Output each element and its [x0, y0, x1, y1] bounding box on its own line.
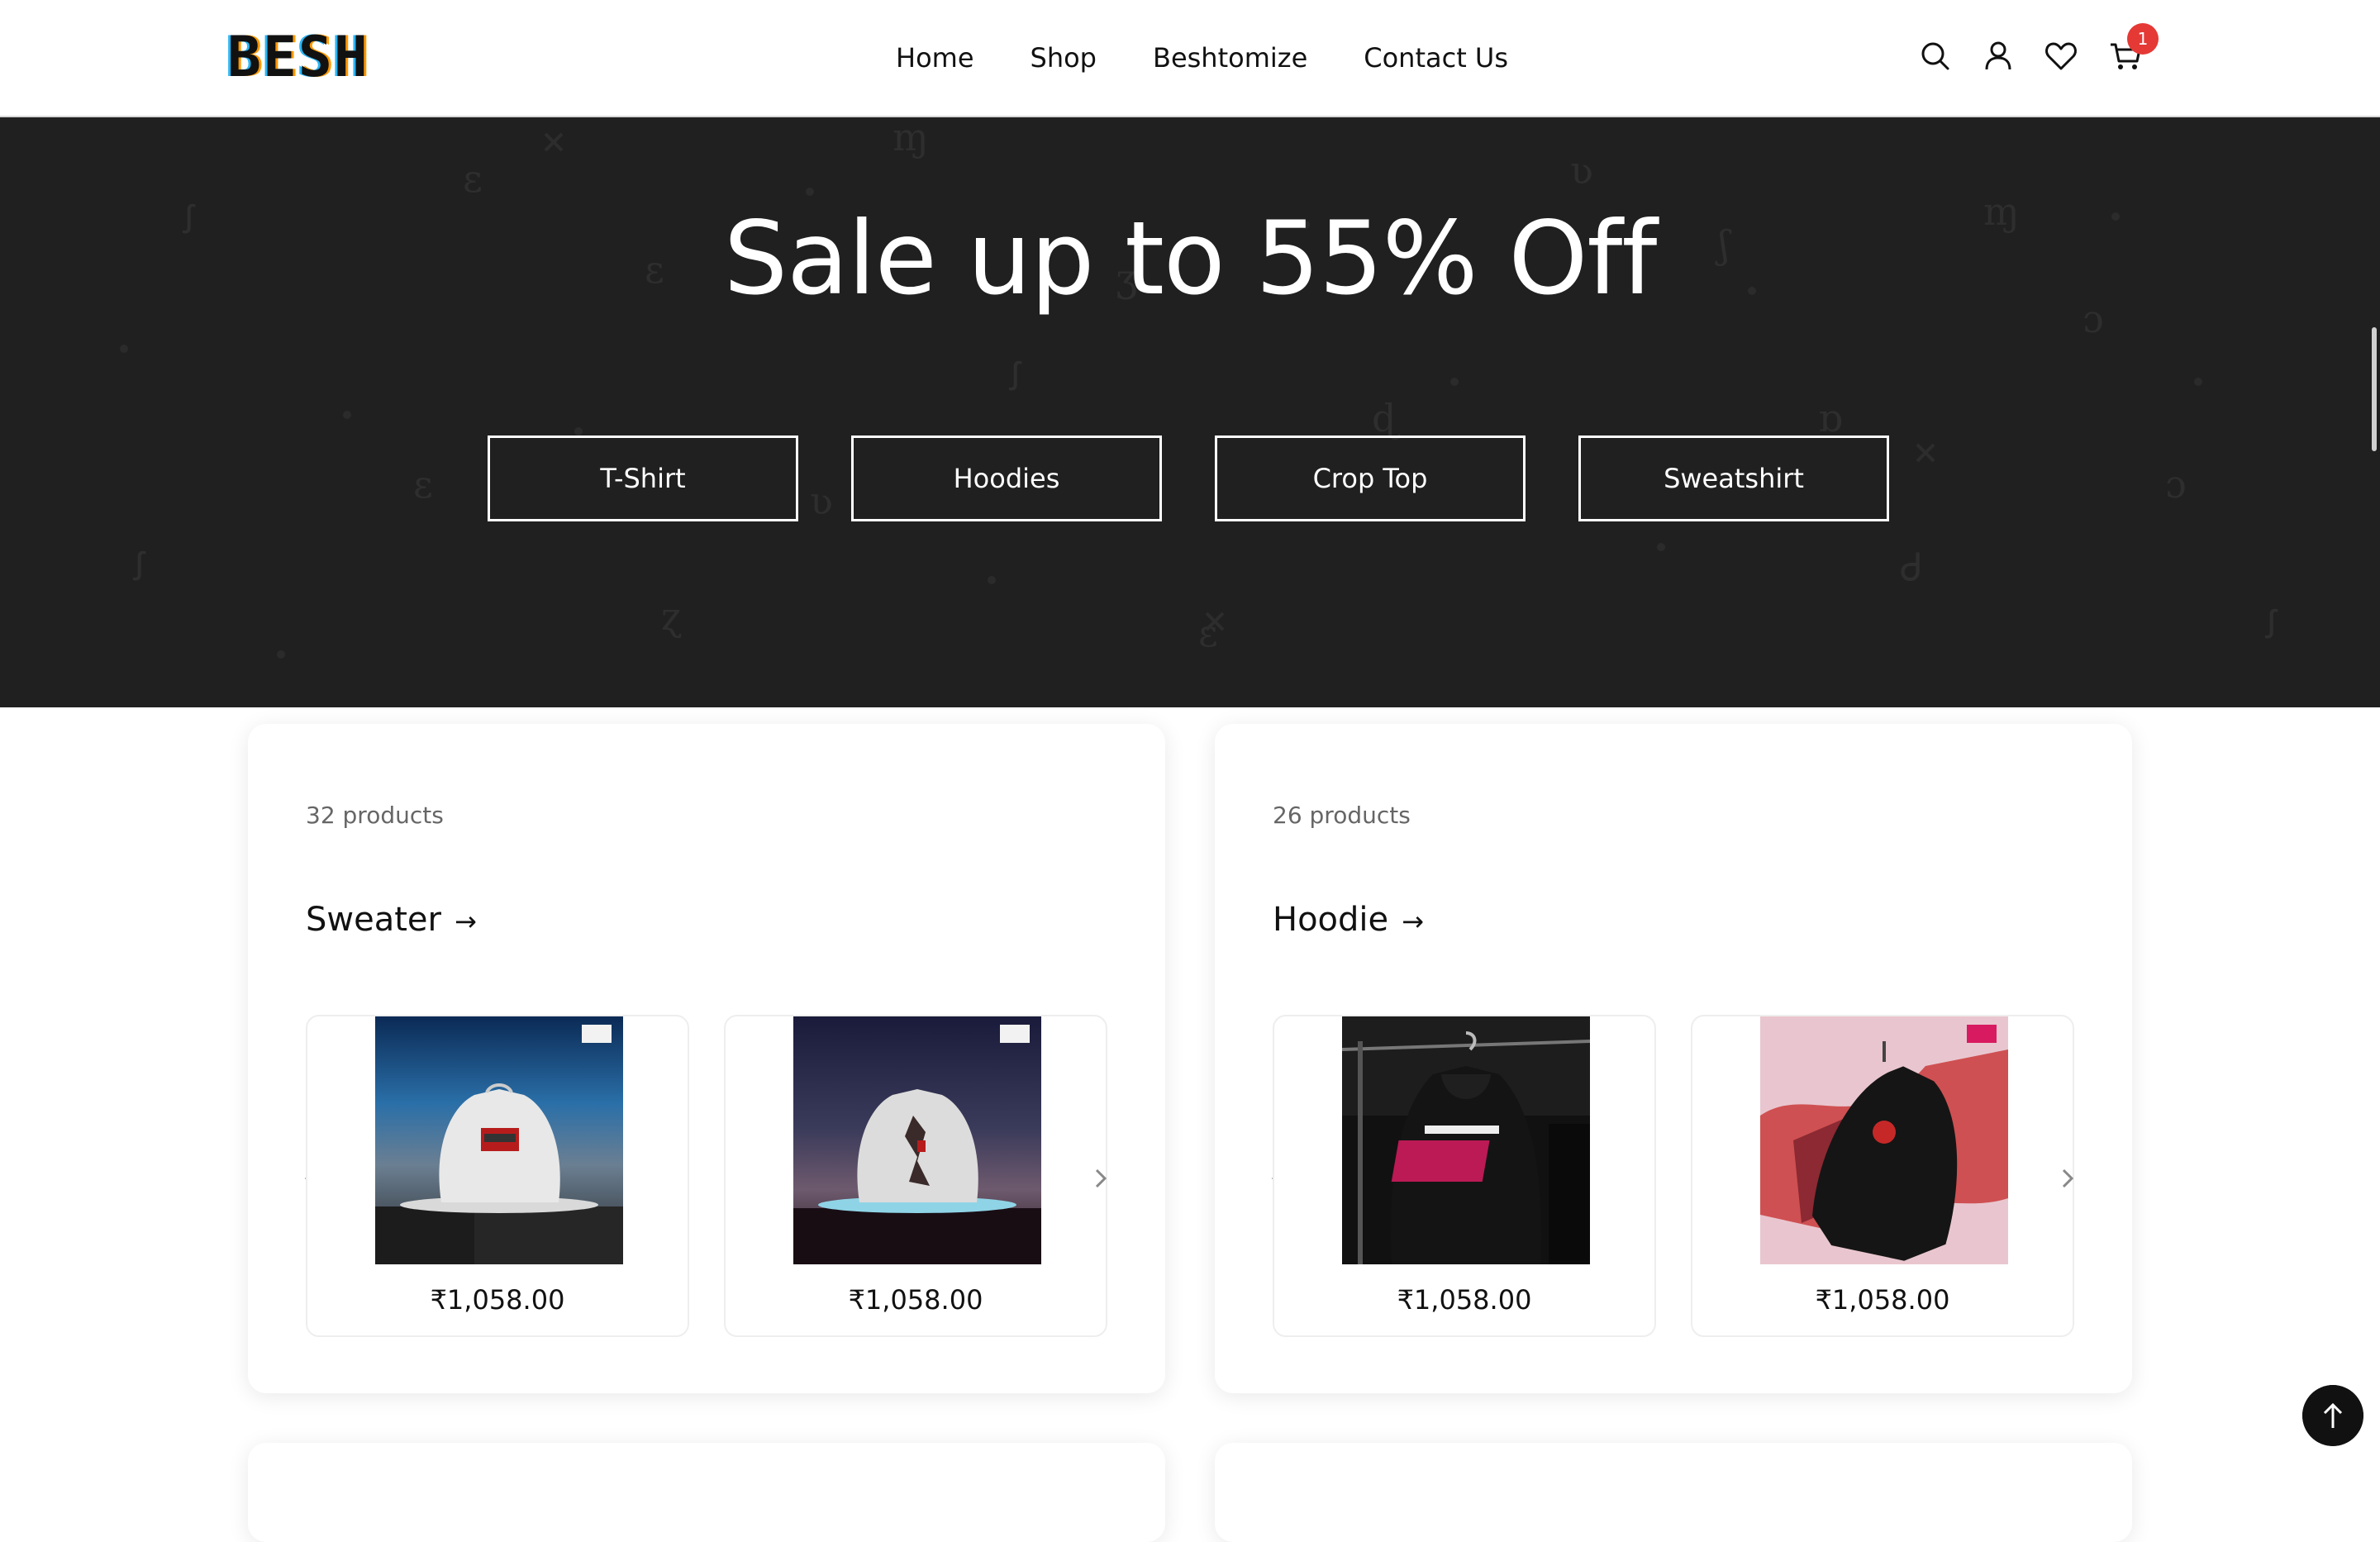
collection-title: Hoodie [1273, 901, 1389, 939]
category-button-hoodies[interactable]: Hoodies [851, 435, 1162, 521]
product-card[interactable]: ₹1,058.00 [306, 1015, 689, 1337]
svg-text:ɔ: ɔ [2165, 462, 2187, 507]
cart-count-badge: 1 [2127, 23, 2159, 55]
collection-card-next [248, 1443, 1165, 1542]
main-nav: Home Shop Beshtomize Contact Us [896, 0, 1508, 116]
collection-title: Sweater [306, 901, 441, 939]
product-price: ₹1,058.00 [430, 1284, 565, 1316]
product-price: ₹1,058.00 [1815, 1284, 1950, 1316]
svg-text:ɖ: ɖ [1372, 396, 1401, 440]
svg-text:ɛ: ɛ [463, 156, 483, 201]
product-image [1342, 1016, 1590, 1264]
chevron-right-icon[interactable] [2051, 1162, 2084, 1195]
category-button-sweatshirt[interactable]: Sweatshirt [1578, 435, 1889, 521]
collection-card-hoodie: 26 products Hoodie → ₹1,058.00 ₹1,058.00 [1215, 724, 2132, 1393]
svg-text:ɀ: ɀ [661, 594, 682, 639]
category-button-tshirt[interactable]: T-Shirt [488, 435, 798, 521]
product-image [793, 1016, 1041, 1264]
page-scrollbar[interactable] [2372, 327, 2377, 451]
svg-text:ʋ: ʋ [810, 478, 833, 523]
user-icon[interactable] [1980, 38, 2016, 74]
svg-text:ɛ: ɛ [413, 462, 433, 507]
chevron-right-icon[interactable] [1084, 1162, 1117, 1195]
collection-card-next [1215, 1443, 2132, 1542]
site-header: BESH Home Shop Beshtomize Contact Us 1 [0, 0, 2380, 117]
svg-text:ʋ: ʋ [1570, 148, 1593, 193]
product-count: 26 products [1273, 802, 1411, 829]
collection-title-link[interactable]: Hoodie → [1273, 901, 1424, 939]
brand-logo[interactable]: BESH [227, 28, 369, 88]
product-price: ₹1,058.00 [848, 1284, 983, 1316]
svg-text:ꭍ: ꭍ [2264, 602, 2278, 647]
hero-title: Sale up to 55% Off [723, 200, 1658, 317]
svg-text:ꭍ: ꭍ [1008, 355, 1022, 399]
collection-title-link[interactable]: Sweater → [306, 901, 477, 939]
product-image [375, 1016, 623, 1264]
nav-home[interactable]: Home [896, 42, 974, 74]
collection-card-sweater: 32 products Sweater → ₹1,058.00 ₹1,058.0… [248, 724, 1165, 1393]
svg-text:Ꮷ: Ꮷ [1901, 545, 1921, 589]
sale-hero-banner: ꭍɛɱ ʒꭍɛ ɀɛʋ ɒɔꭍ Ꮷɖɔ ʋꭍɛ ʃɱ Sale up to 55… [0, 117, 2380, 707]
product-price: ₹1,058.00 [1397, 1284, 1532, 1316]
svg-text:ꭍ: ꭍ [132, 545, 146, 589]
product-image [1760, 1016, 2008, 1264]
search-icon[interactable] [1917, 38, 1954, 74]
nav-beshtomize[interactable]: Beshtomize [1153, 42, 1307, 74]
svg-text:ɛ: ɛ [1198, 611, 1218, 655]
svg-text:ɱ: ɱ [892, 117, 929, 159]
product-card[interactable]: ₹1,058.00 [1691, 1015, 2074, 1337]
back-to-top-button[interactable] [2302, 1385, 2363, 1446]
svg-text:ɒ: ɒ [1818, 396, 1842, 440]
arrow-right-icon: → [1402, 906, 1424, 937]
heart-icon[interactable] [2043, 38, 2079, 74]
category-button-crop-top[interactable]: Crop Top [1215, 435, 1526, 521]
nav-shop[interactable]: Shop [1031, 42, 1097, 74]
nav-contact-us[interactable]: Contact Us [1364, 42, 1508, 74]
product-card[interactable]: ₹1,058.00 [724, 1015, 1107, 1337]
product-card[interactable]: ₹1,058.00 [1273, 1015, 1656, 1337]
product-count: 32 products [306, 802, 444, 829]
arrow-right-icon: → [454, 906, 477, 937]
